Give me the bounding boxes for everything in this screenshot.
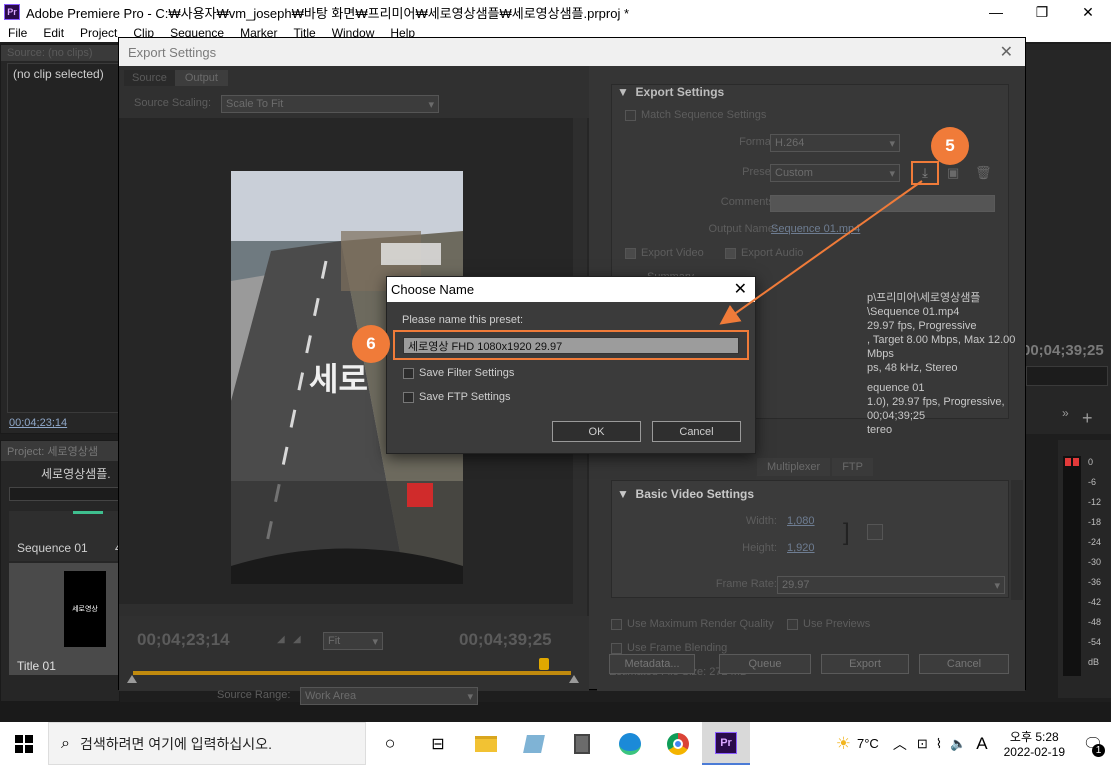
wifi-icon[interactable]: ⌇ <box>936 736 942 752</box>
callout-step-5: 5 <box>931 127 969 165</box>
weather-temp: 7°C <box>856 736 879 751</box>
edge-browser-icon[interactable] <box>606 722 654 765</box>
start-button[interactable] <box>0 722 48 765</box>
speaker-icon[interactable]: 🔈 <box>950 736 966 752</box>
weather-widget[interactable]: ☀ 7°C <box>836 734 879 754</box>
taskbar: ⌕ 검색하려면 여기에 입력하십시오. ○ ⊟ Pr ☀ 7°C ︿ ⊡ ⌇ 🔈 … <box>0 722 1111 765</box>
windows-icon <box>15 734 33 753</box>
taskbar-search-box[interactable]: ⌕ 검색하려면 여기에 입력하십시오. <box>48 722 366 765</box>
search-placeholder: 검색하려면 여기에 입력하십시오. <box>79 735 272 752</box>
network-icon[interactable]: ⊡ <box>917 736 928 752</box>
ime-indicator[interactable]: A <box>976 734 987 754</box>
task-view-icon[interactable]: ○ <box>366 722 414 765</box>
file-explorer-icon[interactable] <box>462 722 510 765</box>
clock-time: 오후 5:28 <box>1009 730 1059 744</box>
clock-date: 2022-02-19 <box>1003 745 1065 759</box>
annotation-arrow <box>719 180 923 325</box>
notification-center[interactable]: 🗨 1 <box>1075 722 1111 765</box>
chrome-browser-icon[interactable] <box>654 722 702 765</box>
callout-step-6: 6 <box>352 325 390 363</box>
notes-app-icon[interactable] <box>510 722 558 765</box>
notification-count: 1 <box>1092 744 1105 757</box>
search-icon: ⌕ <box>61 734 70 752</box>
weather-icon: ☀ <box>835 733 851 753</box>
premiere-taskbar-icon[interactable]: Pr <box>702 722 750 765</box>
widgets-icon[interactable]: ⊟ <box>414 722 462 765</box>
clock[interactable]: 오후 5:28 2022-02-19 <box>1004 728 1065 759</box>
calculator-icon[interactable] <box>558 722 606 765</box>
chevron-up-icon[interactable]: ︿ <box>893 734 907 754</box>
